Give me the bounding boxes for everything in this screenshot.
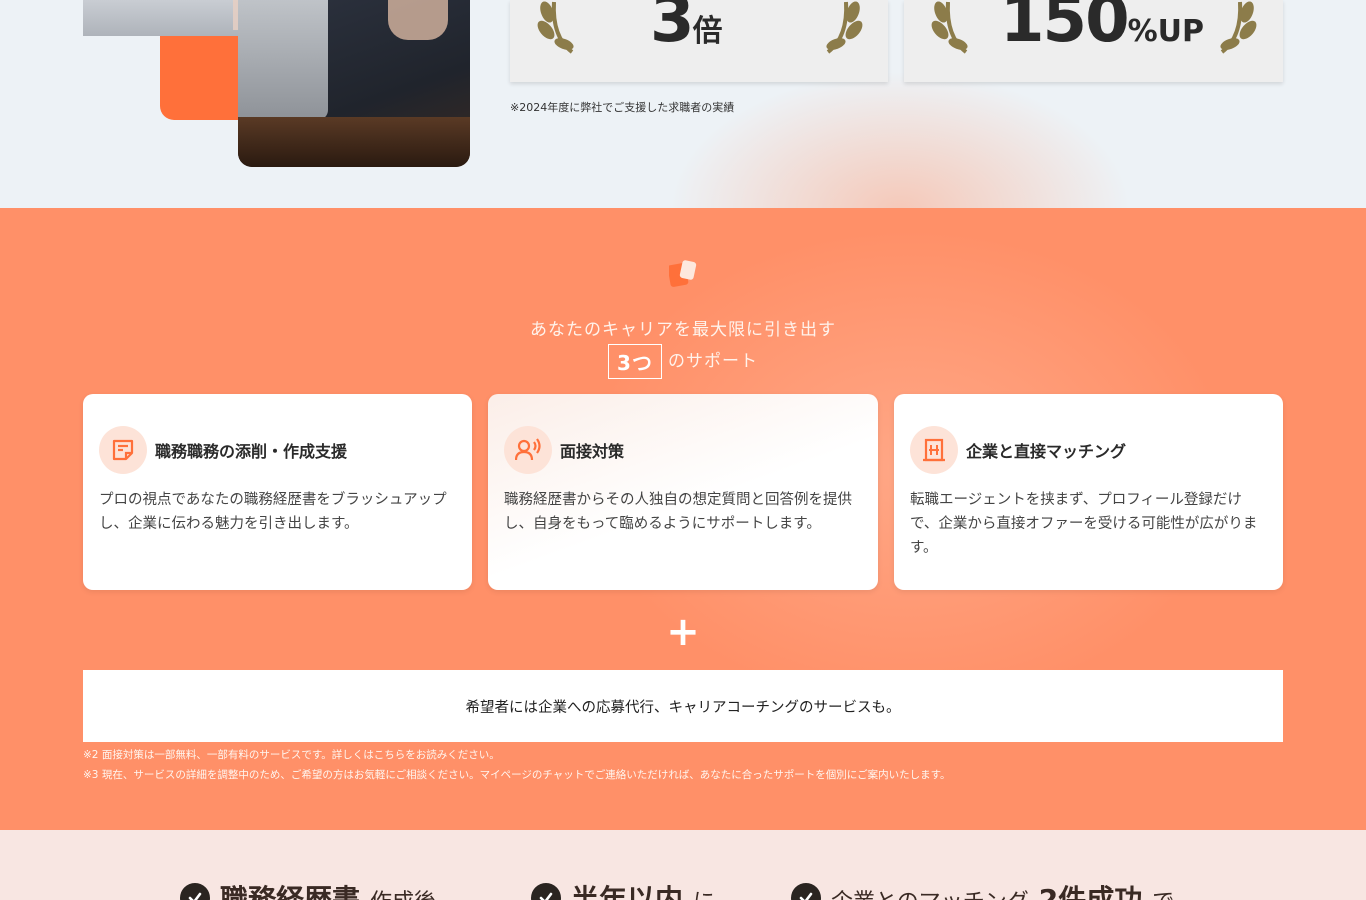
checkmark-icon: [180, 883, 210, 900]
extra-services-text: 希望者には企業への応募代行、キャリアコーチングのサービスも。: [465, 699, 901, 716]
interview-icon: [504, 426, 552, 474]
support-card-matching: 企業と直接マッチング 転職エージェントを挟まず、プロフィール登録だけで、企業から…: [894, 394, 1283, 590]
stats-footnote: ※2024年度に弊社でご支援した求職者の実績: [510, 101, 735, 114]
footnote-service-details: ※3 現在、サービスの詳細を調整中のため、ご希望の方はお気軽にご相談ください。マ…: [83, 769, 951, 781]
stat-number: 150: [1000, 0, 1130, 57]
support-heading-line2: 3つ のサポート: [0, 344, 1366, 379]
support-section: あなたのキャリアを最大限に引き出す 3つ のサポート 職務職務の添削・作成支援 プ…: [0, 208, 1366, 830]
support-count-badge: 3つ: [608, 344, 662, 379]
support-card-body: プロの視点であなたの職務経歴書をブラッシュアップし、企業に伝わる魅力を引き出しま…: [99, 492, 447, 532]
stat-unit: %UP: [1127, 14, 1204, 49]
checkmark-icon: [791, 883, 821, 900]
benefit-emphasis: 半年以内: [571, 883, 684, 900]
footnote-interview[interactable]: ※2 面接対策は一部無料、一部有料のサービスです。詳しくはこちらをお読みください…: [83, 747, 500, 762]
stat-unit: 倍: [692, 14, 723, 49]
support-heading-suffix: のサポート: [667, 351, 758, 372]
support-card-title: 企業と直接マッチング: [966, 442, 1127, 461]
laurel-right-icon: [1220, 1, 1257, 54]
benefit-emphasis: 職務経歴書: [220, 883, 361, 900]
support-card-title: 面接対策: [560, 442, 625, 461]
decorative-orange-block: [160, 36, 240, 120]
background-glow: [650, 60, 1150, 208]
stat-card-150up: 150%UP※: [904, 0, 1283, 82]
office-photo-laptop: [238, 0, 470, 167]
support-card-title: 職務職務の添削・作成支援: [155, 442, 348, 461]
support-card-body: 職務経歴書からその人独自の想定質問と回答例を提供し、自身をもって臨めるようにサポ…: [504, 492, 852, 532]
benefit-prefix: 企業とのマッチング: [831, 884, 1029, 900]
benefit-item: 職務経歴書作成後: [180, 878, 436, 900]
stat-number: 3: [650, 0, 695, 57]
laurel-left-icon: [931, 1, 968, 54]
extra-services-banner: 希望者には企業への応募代行、キャリアコーチングのサービスも。: [83, 670, 1283, 742]
benefit-item: 企業とのマッチング 2件成功で: [791, 878, 1174, 900]
benefits-section: 職務経歴書作成後 半年以内に 企業とのマッチング 2件成功で: [0, 830, 1366, 900]
support-card-interview: 面接対策 職務経歴書からその人独自の想定質問と回答例を提供し、自身をもって臨める…: [488, 394, 878, 590]
results-section: 3倍※ 150%UP※ ※2024年度に弊社でご支援した求職者の実績: [0, 0, 1366, 208]
laurel-left-icon: [537, 1, 574, 54]
document-edit-icon: [99, 426, 147, 474]
support-heading-line1: あなたのキャリアを最大限に引き出す: [530, 320, 836, 340]
stat-card-3x: 3倍※: [510, 0, 888, 82]
benefit-suffix: で: [1152, 884, 1174, 900]
checkmark-icon: [531, 883, 561, 900]
benefit-item: 半年以内に: [531, 878, 715, 900]
benefit-suffix: に: [693, 884, 715, 900]
benefit-emphasis: 2件成功: [1038, 883, 1143, 900]
support-card-document: 職務職務の添削・作成支援 プロの視点であなたの職務経歴書をブラッシュアップし、企…: [83, 394, 472, 590]
benefit-suffix: 作成後: [370, 884, 436, 900]
brand-mark-icon: [669, 260, 697, 287]
laurel-right-icon: [826, 1, 863, 54]
support-card-body: 転職エージェントを挟まず、プロフィール登録だけで、企業から直接オファーを受ける可…: [910, 492, 1258, 556]
plus-icon: +: [666, 609, 700, 655]
building-icon: [910, 426, 958, 474]
